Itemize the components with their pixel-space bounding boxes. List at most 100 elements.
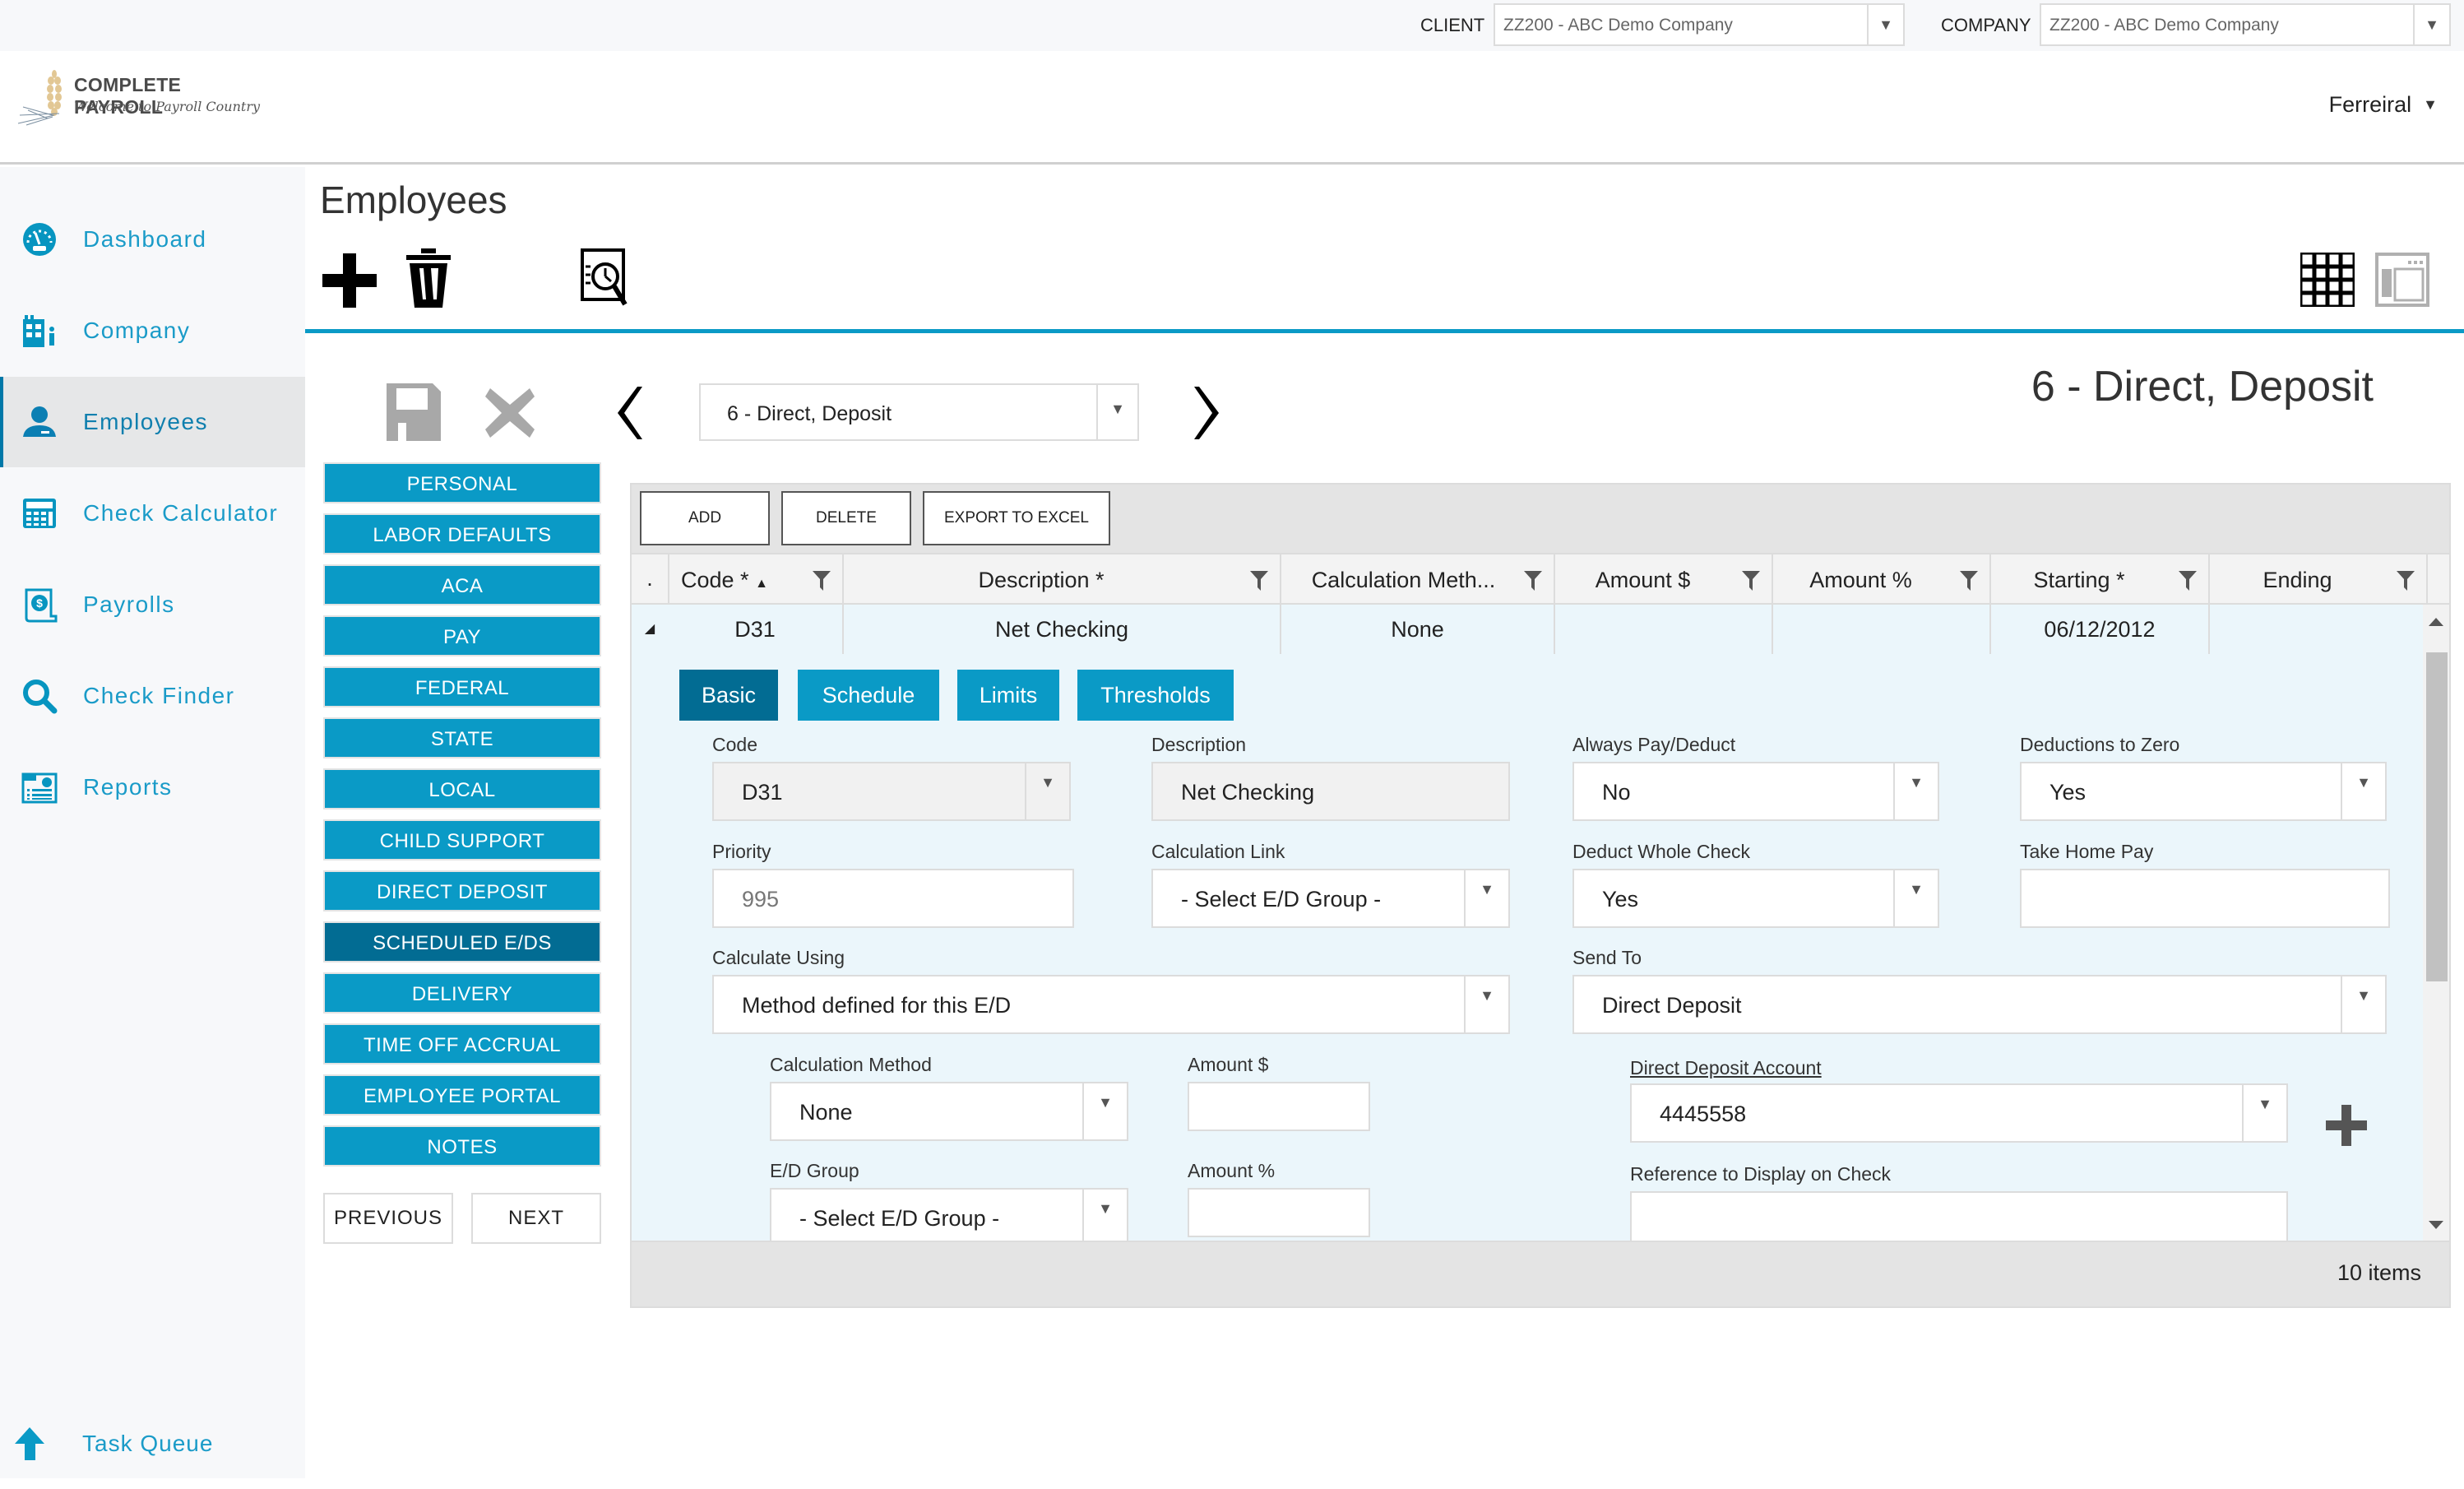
chevron-down-icon: ▼ [1464, 870, 1508, 926]
deductions-zero-select[interactable]: Yes ▼ [2020, 762, 2387, 821]
grid-add-button[interactable]: ADD [640, 491, 770, 545]
filter-icon[interactable] [2397, 571, 2415, 591]
filter-icon[interactable] [1524, 571, 1542, 591]
section-direct-deposit[interactable]: DIRECT DEPOSIT [323, 870, 601, 911]
take-home-pay-label: Take Home Pay [2020, 841, 2154, 862]
calculation-link-select[interactable]: - Select E/D Group - ▼ [1151, 869, 1510, 928]
filter-icon[interactable] [2179, 571, 2197, 591]
section-employee-portal[interactable]: EMPLOYEE PORTAL [323, 1074, 601, 1116]
filter-icon[interactable] [813, 571, 831, 591]
column-header-label: Starting * [2033, 568, 2125, 592]
sidebar-item-dashboard[interactable]: Dashboard [0, 194, 305, 285]
cell-code: D31 [734, 617, 776, 642]
user-menu[interactable]: Ferreiral ▼ [2329, 92, 2438, 118]
deductions-zero-select-value: Yes [2049, 780, 2087, 805]
filter-icon[interactable] [1250, 571, 1268, 591]
grid-view-icon[interactable] [2300, 253, 2355, 307]
arrow-up-icon [15, 1427, 44, 1460]
section-aca[interactable]: ACA [323, 564, 601, 605]
header: COMPLETE PAYROLL Welcome to Payroll Coun… [0, 51, 2464, 165]
add-employee-icon[interactable] [322, 253, 377, 308]
section-child-support[interactable]: CHILD SUPPORT [323, 819, 601, 860]
grid-delete-button[interactable]: DELETE [781, 491, 911, 545]
save-icon[interactable] [387, 383, 441, 441]
column-header-label: Ending [2263, 568, 2332, 592]
direct-deposit-account-link[interactable]: Direct Deposit Account [1630, 1057, 1822, 1079]
tab-schedule[interactable]: Schedule [798, 670, 939, 721]
column-header-calculation-method[interactable]: Calculation Meth... [1280, 554, 1554, 603]
form-view-icon[interactable] [2375, 253, 2429, 307]
section-scheduled-eds[interactable]: SCHEDULED E/DS [323, 921, 601, 963]
calculation-method-select[interactable]: None ▼ [770, 1082, 1128, 1141]
section-personal[interactable]: PERSONAL [323, 462, 601, 503]
column-header-description[interactable]: Description * [842, 554, 1280, 603]
next-button[interactable]: NEXT [471, 1193, 601, 1244]
filter-icon[interactable] [1960, 571, 1978, 591]
logo[interactable]: COMPLETE PAYROLL Welcome to Payroll Coun… [12, 66, 275, 132]
calculation-method-label: Calculation Method [770, 1054, 932, 1075]
code-select[interactable]: D31 ▼ [712, 762, 1071, 821]
tab-thresholds[interactable]: Thresholds [1077, 670, 1234, 721]
tab-basic[interactable]: Basic [679, 670, 778, 721]
ed-group-select[interactable]: - Select E/D Group - ▼ [770, 1188, 1128, 1247]
scroll-down-icon[interactable] [2429, 1221, 2443, 1229]
calculate-using-select-value: Method defined for this E/D [742, 993, 1012, 1018]
amount-percent-input[interactable] [1188, 1188, 1370, 1237]
always-pay-select-value: No [1602, 780, 1631, 805]
amount-dollar-label: Amount $ [1188, 1054, 1269, 1075]
history-search-icon[interactable] [581, 248, 635, 308]
previous-button[interactable]: PREVIOUS [323, 1193, 453, 1244]
table-row[interactable]: ◢ D31 Net Checking None 06/12/2012 [632, 605, 2425, 654]
section-local[interactable]: LOCAL [323, 768, 601, 809]
column-header-amount-percent[interactable]: Amount % [1772, 554, 1989, 603]
record-select[interactable]: 6 - Direct, Deposit ▼ [699, 383, 1139, 441]
grid-scrollbar[interactable] [2423, 605, 2449, 1242]
amount-dollar-input[interactable] [1188, 1082, 1370, 1131]
column-header-code[interactable]: Code * ▲ [668, 554, 842, 603]
calculate-using-select[interactable]: Method defined for this E/D ▼ [712, 975, 1510, 1034]
chevron-down-icon: ▼ [1082, 1190, 1127, 1245]
scrollbar-thumb[interactable] [2426, 652, 2448, 981]
take-home-pay-input[interactable] [2020, 869, 2390, 928]
priority-input[interactable]: 995 [712, 869, 1074, 928]
collapse-row-icon[interactable]: ◢ [632, 605, 668, 654]
company-select[interactable]: ZZ200 - ABC Demo Company ▼ [2040, 3, 2451, 46]
add-account-icon[interactable] [2326, 1105, 2367, 1146]
scroll-up-icon[interactable] [2429, 618, 2443, 626]
section-delivery[interactable]: DELIVERY [323, 972, 601, 1014]
section-notes[interactable]: NOTES [323, 1125, 601, 1167]
sidebar-item-check-finder[interactable]: Check Finder [0, 651, 305, 741]
section-federal[interactable]: FEDERAL [323, 666, 601, 707]
svg-text:$: $ [36, 596, 43, 610]
sidebar-item-task-queue[interactable]: Task Queue [0, 1399, 305, 1489]
tab-limits[interactable]: Limits [957, 670, 1059, 721]
delete-employee-icon[interactable] [405, 248, 452, 308]
section-time-off-accrual[interactable]: TIME OFF ACCRUAL [323, 1023, 601, 1065]
column-header-amount-dollar[interactable]: Amount $ [1554, 554, 1772, 603]
direct-deposit-account-select[interactable]: 4445558 ▼ [1630, 1083, 2288, 1143]
section-labor-defaults[interactable]: LABOR DEFAULTS [323, 513, 601, 554]
column-header-ending[interactable]: Ending [2208, 554, 2426, 603]
previous-record-icon[interactable] [613, 387, 642, 439]
section-state[interactable]: STATE [323, 717, 601, 758]
chevron-down-icon: ▼ [2341, 976, 2385, 1032]
sidebar-item-company[interactable]: Company [0, 285, 305, 376]
section-pay[interactable]: PAY [323, 615, 601, 656]
description-field[interactable]: Net Checking [1151, 762, 1510, 821]
send-to-select[interactable]: Direct Deposit ▼ [1572, 975, 2387, 1034]
always-pay-select[interactable]: No ▼ [1572, 762, 1939, 821]
sidebar-item-check-calculator[interactable]: Check Calculator [0, 468, 305, 559]
sidebar-item-payrolls[interactable]: $ Payrolls [0, 559, 305, 650]
company-icon [23, 315, 54, 347]
client-select[interactable]: ZZ200 - ABC Demo Company ▼ [1494, 3, 1905, 46]
deduct-whole-check-select[interactable]: Yes ▼ [1572, 869, 1939, 928]
cell-calculation-method: None [1280, 605, 1554, 654]
sidebar-item-employees[interactable]: Employees [0, 377, 305, 467]
sidebar-item-reports[interactable]: Reports [0, 742, 305, 833]
grid-export-button[interactable]: EXPORT TO EXCEL [923, 491, 1110, 545]
company-label: COMPANY [1941, 15, 2031, 35]
filter-icon[interactable] [1742, 571, 1760, 591]
column-header-starting[interactable]: Starting * [1989, 554, 2208, 603]
cancel-icon[interactable] [485, 388, 535, 438]
next-record-icon[interactable] [1194, 387, 1224, 439]
